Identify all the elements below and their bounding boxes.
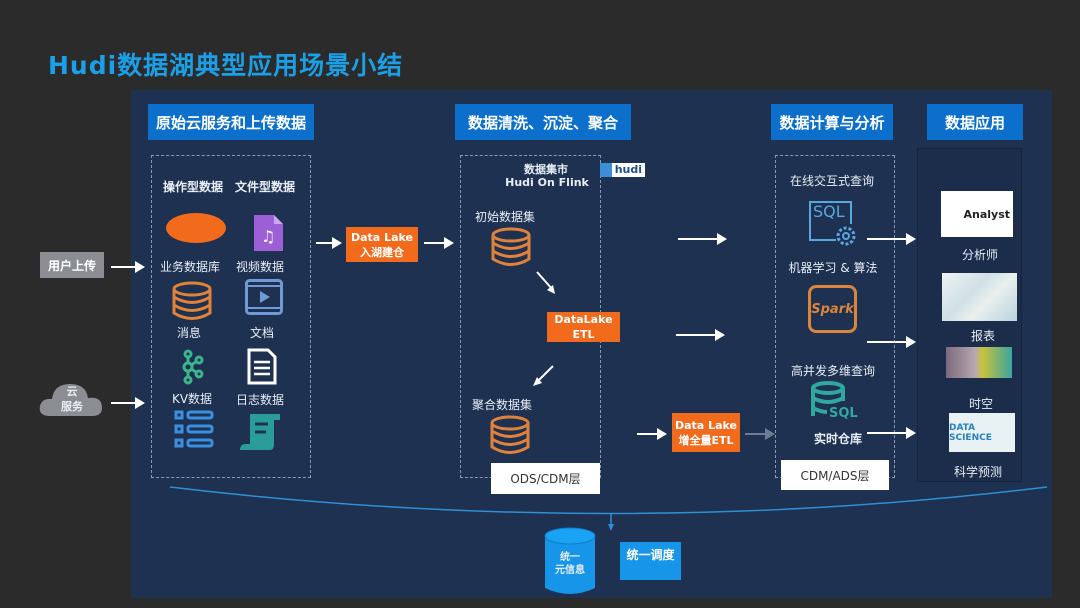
metadata-line2: 元信息 — [555, 565, 585, 576]
schedule-box: 统一调度 — [620, 542, 681, 580]
unify-curve — [169, 486, 1048, 531]
